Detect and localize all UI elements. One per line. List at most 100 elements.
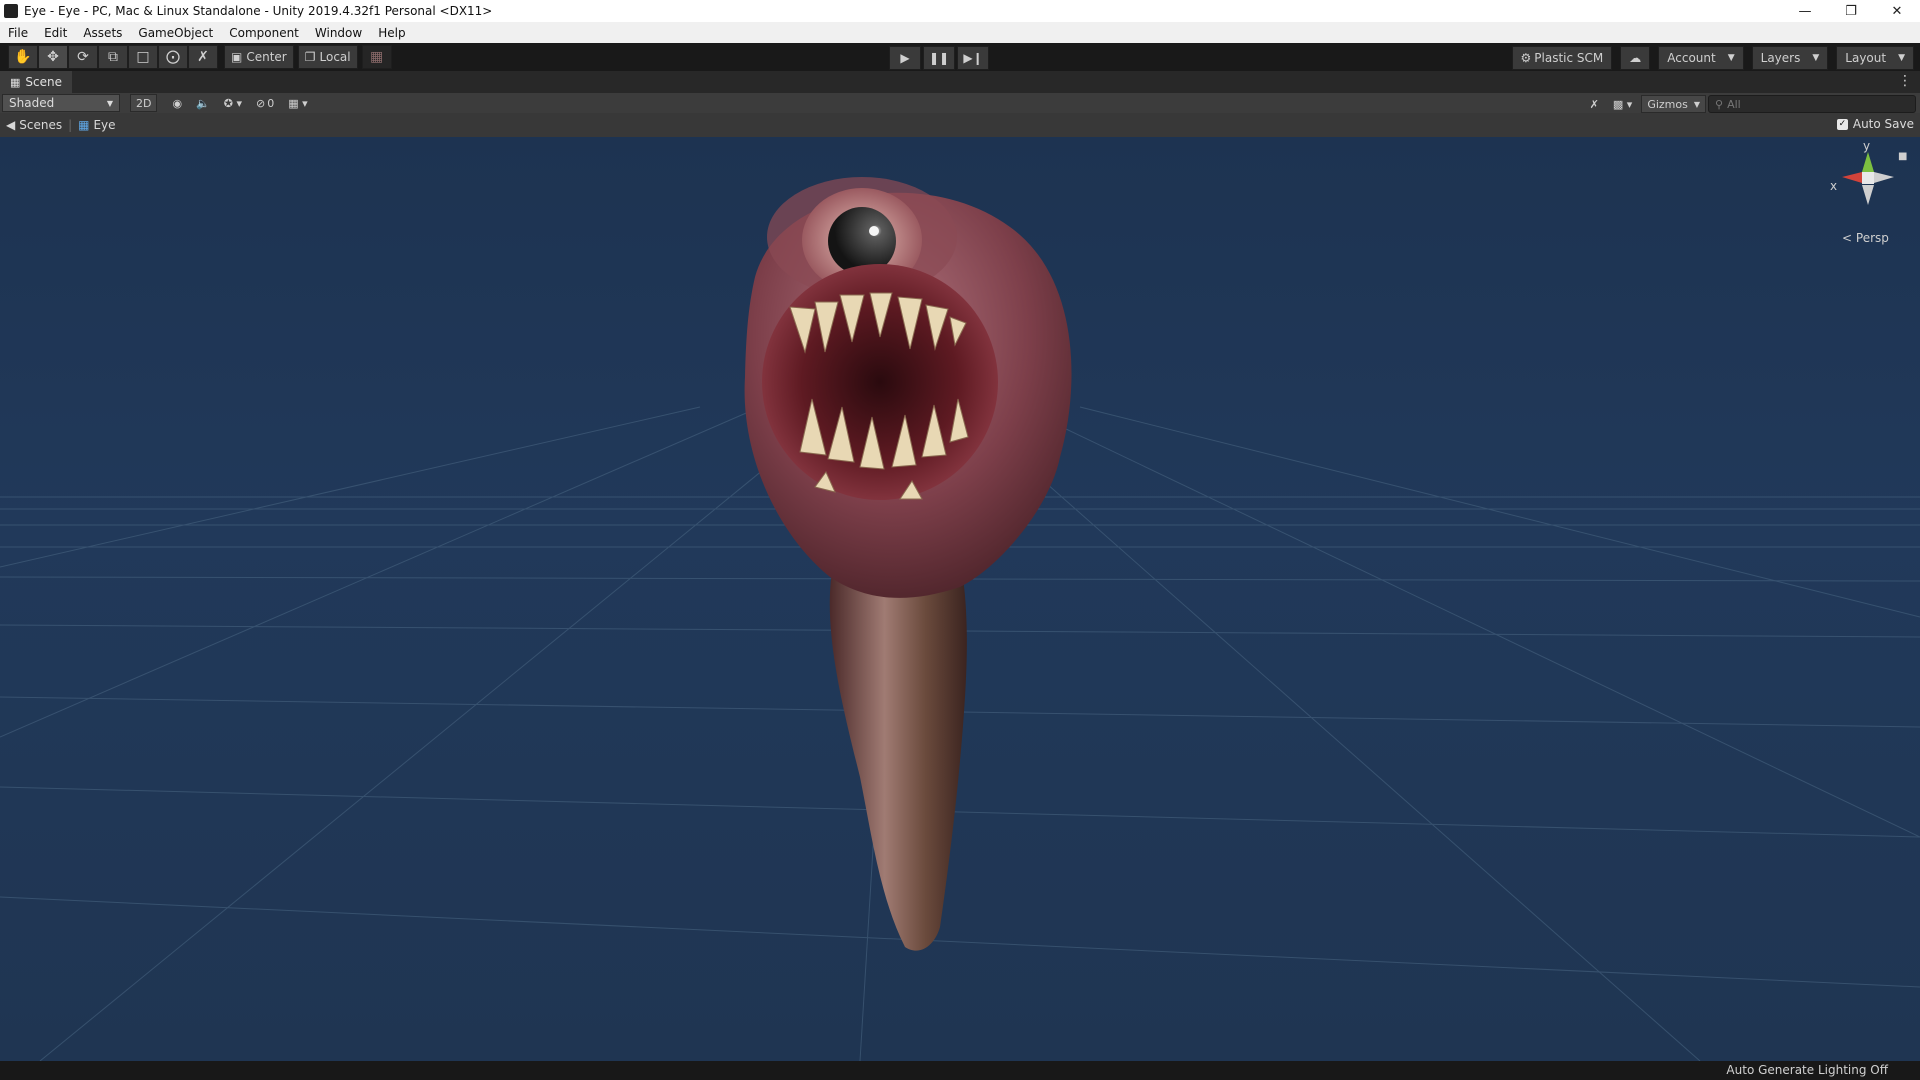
2d-label: 2D: [136, 96, 152, 110]
step-icon: ▶❙: [963, 51, 983, 65]
rotate-icon: ⟳: [77, 49, 89, 65]
tab-scene[interactable]: ▦ Scene: [0, 71, 72, 93]
hand-tool-button[interactable]: ✋: [8, 45, 38, 69]
tools-icon: ✗: [1589, 97, 1599, 111]
lighting-toggle[interactable]: ◉: [167, 95, 187, 111]
grid-snap-icon: ▦: [369, 49, 384, 65]
playback-controls: ▶ ❚❚ ▶❙: [889, 46, 991, 70]
search-icon: ⚲: [1715, 97, 1724, 111]
back-arrow-icon: ◀: [6, 118, 16, 132]
pivot-mode-button[interactable]: ▣ Center: [224, 45, 294, 69]
cloud-icon: ☁: [1629, 51, 1642, 65]
toolbar-right: ⚙ Plastic SCM ☁ Account ▼ Layers ▼ Layout ▼: [1511, 46, 1914, 70]
tools-icon: ✗: [197, 49, 209, 65]
chevron-down-icon: ▼: [1898, 53, 1905, 63]
rect-tool-button[interactable]: □: [128, 45, 158, 69]
layers-label: Layers: [1760, 51, 1801, 65]
gizmos-label: Gizmos: [1647, 97, 1688, 111]
menu-edit[interactable]: Edit: [36, 26, 75, 40]
status-bar: Auto Generate Lighting Off: [0, 1061, 1920, 1080]
lock-icon[interactable]: ■: [1898, 151, 1907, 162]
camera-icon: ▩ ▾: [1612, 97, 1633, 111]
rect-icon: □: [136, 49, 150, 65]
camera-dropdown[interactable]: ▩ ▾: [1608, 96, 1637, 112]
menu-file[interactable]: File: [0, 26, 36, 40]
draw-mode-dropdown[interactable]: Shaded ▼: [2, 94, 120, 112]
scene-render: [0, 137, 1920, 1061]
effects-icon: ✪ ▾: [223, 96, 243, 110]
grid-dropdown[interactable]: ▦ ▾: [283, 95, 312, 111]
gizmos-dropdown[interactable]: Gizmos ▼: [1641, 95, 1706, 113]
cloud-button[interactable]: ☁: [1620, 46, 1651, 70]
menu-bar: File Edit Assets GameObject Component Wi…: [0, 22, 1920, 43]
breadcrumb-eye-label: Eye: [93, 118, 116, 132]
x-axis-cone[interactable]: [1842, 172, 1862, 183]
scene-toolbar: Shaded ▼ 2D ◉ 🔈 ✪ ▾ ⊘ 0 ▦ ▾ ✗ ▩ ▾ Gizmos…: [0, 93, 1920, 113]
audio-toggle[interactable]: 🔈: [191, 95, 215, 111]
scene-tab-label: Scene: [25, 75, 62, 89]
chevron-down-icon: ▼: [1727, 53, 1735, 63]
hierarchy-search-input[interactable]: ⚲ All: [1708, 95, 1916, 113]
layers-dropdown[interactable]: Layers ▼: [1751, 46, 1829, 70]
transform-tool-button[interactable]: ⨀: [158, 45, 188, 69]
chevron-down-icon: ▼: [1693, 99, 1700, 109]
pivot-rotation-button[interactable]: ❐ Local: [297, 45, 358, 69]
scene-viewport[interactable]: y x ■ < Persp: [0, 137, 1920, 1061]
menu-assets[interactable]: Assets: [75, 26, 130, 40]
hand-icon: ✋: [14, 49, 32, 65]
menu-component[interactable]: Component: [221, 26, 307, 40]
plastic-icon: ⚙: [1520, 51, 1532, 65]
persp-icon: <: [1842, 231, 1853, 245]
lighting-status[interactable]: Auto Generate Lighting Off: [1726, 1063, 1888, 1077]
pause-button[interactable]: ❚❚: [923, 46, 955, 70]
scene-toolbar-right: ✗ ▩ ▾ Gizmos ▼: [1581, 95, 1706, 113]
move-tool-button[interactable]: ✥: [38, 45, 68, 69]
y-axis-cone[interactable]: [1862, 152, 1874, 172]
close-button[interactable]: ✕: [1874, 0, 1920, 22]
main-toolbar: ✋ ✥ ⟳ ⧉ □ ⨀ ✗ ▣ Center ❐ Local ▦ ▶ ❚❚ ▶❙…: [0, 43, 1920, 71]
breadcrumb-scenes-label: Scenes: [19, 118, 63, 132]
kebab-menu-icon[interactable]: ⋮: [1898, 73, 1912, 89]
breadcrumb: ◀ Scenes | ▦ Eye ✓ Auto Save: [0, 113, 1920, 137]
plastic-scm-button[interactable]: ⚙ Plastic SCM: [1511, 46, 1613, 70]
custom-tool-button[interactable]: ✗: [188, 45, 218, 69]
title-bar: Eye - Eye - PC, Mac & Linux Standalone -…: [0, 0, 1920, 22]
hidden-objects-toggle[interactable]: ⊘ 0: [251, 95, 279, 111]
pause-icon: ❚❚: [928, 51, 950, 65]
account-dropdown[interactable]: Account ▼: [1658, 46, 1744, 70]
auto-save-toggle[interactable]: ✓ Auto Save: [1836, 117, 1914, 131]
snap-settings-button[interactable]: ▦: [361, 45, 392, 69]
hidden-count: 0: [267, 96, 275, 110]
menu-help[interactable]: Help: [370, 26, 413, 40]
scene-tools-button[interactable]: ✗: [1585, 96, 1604, 112]
chevron-down-icon: ▼: [1812, 53, 1820, 63]
layout-label: Layout: [1845, 51, 1887, 65]
rotate-tool-button[interactable]: ⟳: [68, 45, 98, 69]
menu-window[interactable]: Window: [307, 26, 370, 40]
neg-x-axis-cone[interactable]: [1874, 172, 1894, 183]
menu-gameobject[interactable]: GameObject: [130, 26, 221, 40]
restore-button[interactable]: ❐: [1828, 0, 1874, 22]
pivot-mode-label: Center: [246, 50, 287, 64]
layout-dropdown[interactable]: Layout ▼: [1836, 46, 1914, 70]
transform-icon: ⨀: [166, 49, 180, 65]
breadcrumb-eye[interactable]: ▦ Eye: [72, 118, 121, 132]
effects-dropdown[interactable]: ✪ ▾: [219, 95, 247, 111]
scale-tool-button[interactable]: ⧉: [98, 45, 128, 69]
transform-tools: ✋ ✥ ⟳ ⧉ □ ⨀ ✗: [8, 45, 218, 69]
light-bulb-icon: ◉: [172, 96, 183, 110]
auto-save-label: Auto Save: [1852, 117, 1914, 131]
pivot-center-icon: ▣: [231, 50, 243, 64]
panel-tab-bar: ▦ Scene ⋮: [0, 71, 1920, 93]
minimize-button[interactable]: —: [1782, 0, 1828, 22]
pivot-local-icon: ❐: [304, 50, 316, 64]
breadcrumb-scenes[interactable]: ◀ Scenes: [0, 118, 68, 132]
2d-toggle[interactable]: 2D: [130, 94, 158, 112]
neg-y-axis-cone[interactable]: [1862, 185, 1874, 205]
projection-toggle[interactable]: < Persp: [1842, 231, 1889, 245]
play-button[interactable]: ▶: [889, 46, 921, 70]
grid-icon: ▦ ▾: [288, 96, 308, 110]
search-placeholder: All: [1727, 97, 1741, 111]
step-button[interactable]: ▶❙: [957, 46, 989, 70]
gizmo-center-cube[interactable]: [1862, 172, 1874, 184]
